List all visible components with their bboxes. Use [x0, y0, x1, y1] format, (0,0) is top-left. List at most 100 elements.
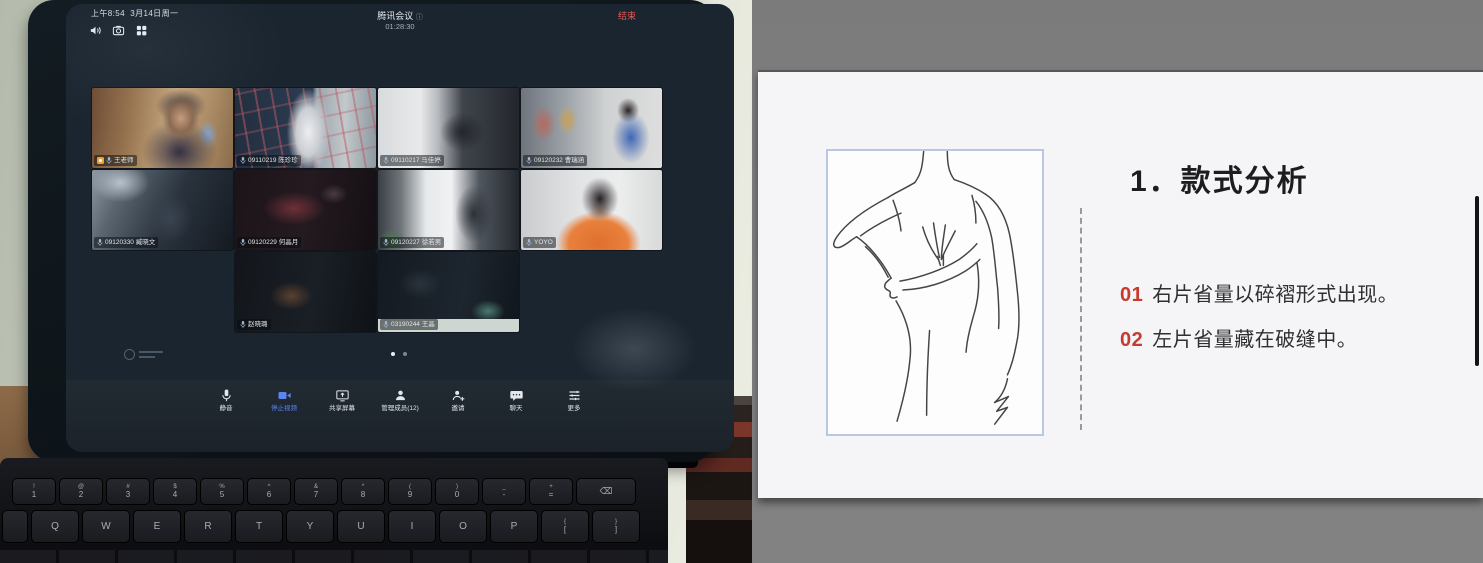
mic-icon: [526, 156, 532, 165]
keyboard-key[interactable]: )0: [435, 478, 479, 505]
participant-label: 09110219 陈珍珍: [237, 155, 301, 166]
slide-bullet-1: 01 右片省量以碎褶形式出现。: [1120, 278, 1398, 307]
host-icon: [97, 157, 104, 164]
video-camera-icon: [277, 388, 292, 403]
screenshot-stage: 上午8:54 3月14日周一: [0, 0, 1483, 563]
video-tile[interactable]: 09120232 曹瑞涵: [521, 88, 662, 168]
keyboard-key[interactable]: (9: [388, 478, 432, 505]
video-tile[interactable]: 09120229 何晶月: [235, 170, 376, 250]
magic-keyboard: !1@2#3$4%5^6&7*8(9)0_-+=⌫ QWERTYUIOP{[}]: [0, 458, 668, 563]
microphone-icon: [219, 388, 234, 403]
participant-label: 王老师: [94, 155, 137, 166]
keyboard-key[interactable]: U: [337, 510, 385, 543]
keyboard-row-3-partial: [0, 550, 668, 563]
scrollbar-thumb[interactable]: [1475, 196, 1479, 366]
share-screen-icon: [335, 388, 350, 403]
keyboard-key[interactable]: P: [490, 510, 538, 543]
keyboard-key[interactable]: {[: [541, 510, 589, 543]
meeting-duration: 01:28:30: [66, 22, 734, 31]
participant-label: 09120232 曹瑞涵: [523, 155, 587, 166]
keyboard-key[interactable]: }]: [592, 510, 640, 543]
video-tile[interactable]: YOYO: [521, 170, 662, 250]
keyboard-key[interactable]: R: [184, 510, 232, 543]
more-icon: [567, 388, 582, 403]
keyboard-key[interactable]: +=: [529, 478, 573, 505]
page-dot: [403, 352, 407, 356]
chat-icon: [509, 388, 524, 403]
keyboard-key[interactable]: T: [235, 510, 283, 543]
video-tile[interactable]: 王老师: [92, 88, 233, 168]
keyboard-key[interactable]: ^6: [247, 478, 291, 505]
keyboard-key[interactable]: W: [82, 510, 130, 543]
manage-members-button[interactable]: 管理成员(12): [375, 388, 425, 452]
mic-icon: [97, 238, 103, 247]
video-tile[interactable]: 09120227 徐若男: [378, 170, 519, 250]
mic-icon: [106, 156, 112, 165]
mic-icon: [240, 238, 246, 247]
keyboard-row-1: !1@2#3$4%5^6&7*8(9)0_-+=⌫: [12, 478, 636, 505]
dashed-divider: [1080, 208, 1082, 430]
bullet-text: 左片省量藏在破缝中。: [1152, 329, 1357, 351]
participant-label: 09120330 臧晓文: [94, 237, 158, 248]
mic-icon: [526, 238, 532, 247]
share-screen-button[interactable]: 共享屏幕: [317, 388, 367, 452]
video-tile[interactable]: 09120330 臧晓文: [92, 170, 233, 250]
participant-label: YOYO: [523, 237, 556, 248]
keyboard-key[interactable]: I: [388, 510, 436, 543]
watermark-logo-icon: [124, 349, 135, 360]
video-tile[interactable]: 03190244 王晶: [378, 252, 519, 332]
fashion-sketch-box: [826, 149, 1044, 436]
end-meeting-button[interactable]: 结束: [618, 9, 636, 22]
keyboard-key[interactable]: _-: [482, 478, 526, 505]
bullet-text: 右片省量以碎褶形式出现。: [1152, 284, 1398, 306]
page-dots: [391, 352, 407, 356]
bullet-number: 01: [1120, 284, 1143, 306]
mic-icon: [240, 320, 246, 329]
meeting-toolbar: 静音 停止视频 共享屏幕: [66, 380, 734, 452]
slide-bullet-2: 02 左片省量藏在破缝中。: [1120, 323, 1357, 352]
delete-key[interactable]: ⌫: [576, 478, 636, 505]
bullet-number: 02: [1120, 329, 1143, 351]
keyboard-key[interactable]: Y: [286, 510, 334, 543]
mic-icon: [383, 320, 389, 329]
meeting-screen: 上午8:54 3月14日周一: [66, 4, 734, 452]
keyboard-row-2: QWERTYUIOP{[}]: [2, 510, 640, 543]
slide-right-panel: 1．款式分析 01 右片省量以碎褶形式出现。 02 左片省量藏在破缝中。: [752, 0, 1483, 563]
mic-icon: [383, 238, 389, 247]
more-button[interactable]: 更多: [549, 388, 599, 452]
info-icon[interactable]: ⓘ: [416, 14, 423, 21]
page-dot-active: [391, 352, 395, 356]
keyboard-key[interactable]: %5: [200, 478, 244, 505]
keyboard-key[interactable]: Q: [31, 510, 79, 543]
keyboard-key[interactable]: &7: [294, 478, 338, 505]
slide-title: 1．款式分析: [1130, 156, 1309, 200]
photo-left-panel: 上午8:54 3月14日周一: [0, 0, 752, 563]
invite-button[interactable]: 邀请: [433, 388, 483, 452]
watermark: [124, 349, 163, 360]
mic-icon: [383, 156, 389, 165]
keyboard-key[interactable]: $4: [153, 478, 197, 505]
tablet: 上午8:54 3月14日周一: [28, 0, 716, 462]
participant-label: 09120229 何晶月: [237, 237, 301, 248]
mic-icon: [240, 156, 246, 165]
stop-video-button[interactable]: 停止视频: [259, 388, 309, 452]
video-tile[interactable]: 赵晓璐: [235, 252, 376, 332]
participant-label: 09110217 马佳婷: [380, 155, 444, 166]
participant-label: 03190244 王晶: [380, 319, 438, 330]
participant-label: 赵晓璐: [237, 319, 271, 330]
keyboard-key[interactable]: *8: [341, 478, 385, 505]
video-tile[interactable]: 09110219 陈珍珍: [235, 88, 376, 168]
participant-label: 09120227 徐若男: [380, 237, 444, 248]
keyboard-key[interactable]: E: [133, 510, 181, 543]
keyboard-key[interactable]: @2: [59, 478, 103, 505]
video-tile[interactable]: 09110217 马佳婷: [378, 88, 519, 168]
invite-icon: [451, 388, 466, 403]
mute-button[interactable]: 静音: [201, 388, 251, 452]
chat-button[interactable]: 聊天: [491, 388, 541, 452]
slide: 1．款式分析 01 右片省量以碎褶形式出现。 02 左片省量藏在破缝中。: [758, 70, 1483, 498]
keyboard-key[interactable]: #3: [106, 478, 150, 505]
members-icon: [393, 388, 408, 403]
keyboard-key[interactable]: !1: [12, 478, 56, 505]
keyboard-key[interactable]: O: [439, 510, 487, 543]
keyboard-key-partial[interactable]: [2, 510, 28, 543]
